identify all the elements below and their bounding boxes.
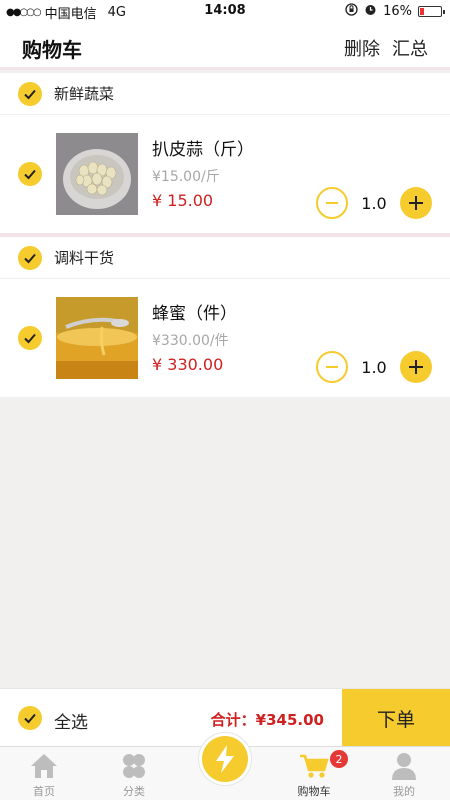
group-name: 新鲜蔬菜 — [54, 85, 115, 103]
decrease-quantity-button[interactable] — [316, 351, 348, 383]
page-title: 购物车 — [22, 38, 82, 62]
group-checkbox[interactable] — [18, 81, 42, 106]
product-image-garlic[interactable] — [56, 133, 138, 215]
group-name: 调料干货 — [54, 249, 115, 267]
group-checkbox[interactable] — [18, 245, 42, 270]
cart-item: 扒皮蒜（斤） ¥15.00/斤 ¥ 15.00 1.0 — [0, 115, 450, 233]
quantity-value: 1.0 — [361, 357, 387, 377]
tab-label: 分类 — [123, 785, 145, 798]
item-price: ¥ 330.00 — [152, 355, 224, 374]
home-icon — [14, 751, 74, 781]
status-bar: ●●○○○ 中国电信 4G 14:08 16% — [0, 0, 450, 22]
increase-quantity-button[interactable] — [400, 351, 432, 383]
tab-label: 首页 — [33, 785, 55, 798]
select-all-checkbox[interactable] — [18, 706, 42, 730]
group-header: 调料干货 — [0, 237, 450, 279]
tab-home[interactable]: 首页 — [14, 751, 74, 799]
select-all-label[interactable]: 全选 — [54, 708, 88, 733]
checkmark-icon — [24, 169, 36, 180]
product-name[interactable]: 扒皮蒜（斤） — [152, 135, 254, 160]
battery-percent: 16% — [383, 4, 412, 19]
delete-button[interactable]: 删除 — [344, 35, 380, 61]
product-image-honey[interactable] — [56, 297, 138, 379]
alarm-icon — [364, 3, 377, 20]
cart-count-badge: 2 — [330, 750, 348, 768]
quick-action-button[interactable] — [198, 732, 252, 786]
checkmark-icon — [24, 89, 36, 99]
summary-button[interactable]: 汇总 — [392, 35, 428, 61]
tab-mine[interactable]: 我的 — [374, 751, 434, 799]
checkmark-icon — [24, 253, 36, 263]
rotation-lock-icon — [345, 3, 358, 20]
place-order-button[interactable]: 下单 — [342, 689, 450, 747]
total-amount: 合计：¥345.00 — [210, 711, 324, 729]
tab-label: 购物车 — [297, 785, 331, 798]
quantity-stepper: 1.0 — [316, 351, 432, 383]
lightning-icon — [216, 745, 234, 773]
decrease-quantity-button[interactable] — [316, 187, 348, 219]
cart-item: 蜂蜜（件） ¥330.00/件 ¥ 330.00 1.0 — [0, 279, 450, 397]
quantity-stepper: 1.0 — [316, 187, 432, 219]
checkmark-icon — [24, 713, 36, 724]
item-price: ¥ 15.00 — [152, 191, 214, 210]
item-checkbox[interactable] — [18, 162, 42, 186]
quantity-value: 1.0 — [361, 193, 387, 213]
product-name[interactable]: 蜂蜜（件） — [152, 299, 237, 324]
tab-label: 我的 — [393, 785, 415, 798]
increase-quantity-button[interactable] — [400, 187, 432, 219]
minus-icon — [326, 202, 338, 204]
nav-header: 购物车 删除 汇总 — [0, 22, 450, 70]
tab-category[interactable]: 分类 — [104, 751, 164, 799]
group-header: 新鲜蔬菜 — [0, 73, 450, 115]
checkmark-icon — [24, 333, 36, 344]
profile-icon — [374, 751, 434, 781]
cart-list: 新鲜蔬菜 扒皮蒜（斤） ¥15.00/斤 ¥ 15.00 1.0 调料干货 蜂蜜… — [0, 73, 450, 397]
unit-price: ¥15.00/斤 — [152, 169, 220, 185]
item-checkbox[interactable] — [18, 326, 42, 350]
category-icon — [104, 751, 164, 781]
minus-icon — [326, 366, 338, 368]
battery-icon — [418, 6, 445, 17]
unit-price: ¥330.00/件 — [152, 333, 229, 349]
